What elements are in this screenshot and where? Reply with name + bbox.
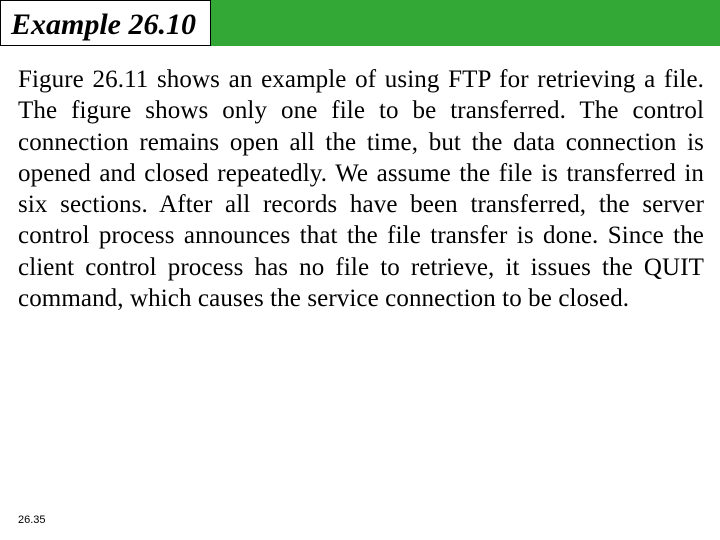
body-paragraph: Figure 26.11 shows an example of using F… [0,46,720,314]
page-number: 26.35 [18,514,46,526]
header-bar: Example 26.10 [0,0,720,46]
example-title: Example 26.10 [0,0,211,46]
